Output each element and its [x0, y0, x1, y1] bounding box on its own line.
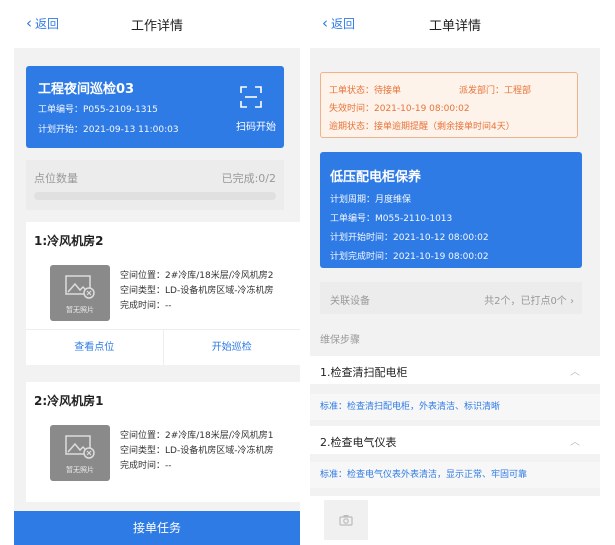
room-done-time: 完成时间：-- [120, 301, 172, 311]
overdue-status: 逾期状态：接单逾期提醒（剩余接单时间4天） [329, 122, 515, 132]
work-detail-panel: ‹ 返回 工作详情 工程夜间巡检03 工单编号：P055-2109-1315 计… [14, 0, 300, 545]
scan-start-button[interactable]: 扫码开始 [236, 118, 276, 133]
view-points-button[interactable]: 查看点位 [26, 330, 163, 365]
plan-start: 计划开始：2021-09-13 11:00:03 [38, 125, 179, 135]
related-devices-value: 共2个，已打点0个 › [484, 292, 574, 307]
step-title: 2.检查电气仪表 [320, 436, 397, 449]
camera-icon [339, 515, 353, 526]
top-bar: ‹ 返回 工单详情 [310, 0, 600, 48]
room-location: 空间位置：2#冷库/18米层/冷风机房2 [120, 271, 274, 281]
camera-upload-button[interactable] [324, 500, 368, 540]
scan-icon[interactable] [240, 86, 262, 108]
no-photo-thumbnail: 暂无照片 [50, 425, 110, 481]
expire-time: 失效时间：2021-10-19 08:00:02 [329, 104, 470, 114]
room-type: 空间类型：LD-设备机房区域-冷冻机房 [120, 446, 274, 456]
point-count-label: 点位数量 [34, 172, 78, 185]
dispatch-dept: 派发部门：工程部 [459, 86, 532, 96]
top-bar: ‹ 返回 工作详情 [14, 0, 300, 48]
maintenance-name: 低压配电柜保养 [330, 170, 422, 185]
task-name: 工程夜间巡检03 [38, 82, 135, 97]
point-count-box: 点位数量 已完成:0/2 [26, 160, 284, 210]
no-photo-caption: 暂无照片 [66, 306, 94, 314]
plan-start-time: 计划开始时间：2021-10-12 08:00:02 [330, 233, 489, 243]
steps-header: 维保步骤 [310, 330, 600, 352]
back-label: 返回 [35, 17, 60, 31]
task-card: 工程夜间巡检03 工单编号：P055-2109-1315 计划开始：2021-0… [26, 66, 284, 148]
room-info: 空间位置：2#冷库/18米层/冷风机房2 空间类型：LD-设备机房区域-冷冻机房… [120, 269, 274, 314]
chevron-up-icon[interactable]: ︿ [570, 363, 580, 378]
order-state: 工单状态：待接单 [329, 86, 402, 96]
accept-task-button[interactable]: 接单任务 [14, 511, 300, 545]
step-standard: 标准：检查清扫配电柜，外表清洁、标识清晰 [310, 394, 600, 420]
room-card: 2:冷风机房1 暂无照片 空间位置：2#冷库/18米层/冷风机房1 空间类型：L… [26, 382, 300, 502]
order-detail-panel: ‹ 返回 工单详情 工单状态：待接单 派发部门：工程部 失效时间：2021-10… [310, 0, 600, 545]
room-body: 暂无照片 空间位置：2#冷库/18米层/冷风机房2 空间类型：LD-设备机房区域… [26, 259, 300, 329]
room-body: 暂无照片 空间位置：2#冷库/18米层/冷风机房1 空间类型：LD-设备机房区域… [26, 419, 300, 489]
back-button[interactable]: ‹ 返回 [26, 15, 59, 32]
related-devices-row[interactable]: 关联设备 共2个，已打点0个 › [320, 282, 582, 314]
chevron-left-icon: ‹ [26, 14, 32, 32]
chevron-right-icon: › [570, 296, 574, 307]
room-location: 空间位置：2#冷库/18米层/冷风机房1 [120, 431, 274, 441]
order-number: 工单编号：M055-2110-1013 [330, 214, 453, 224]
room-title: 2:冷风机房1 [34, 394, 104, 408]
plan-end-time: 计划完成时间：2021-10-19 08:00:02 [330, 252, 489, 262]
no-photo-caption: 暂无照片 [66, 466, 94, 474]
plan-cycle: 计划周期：月度维保 [330, 195, 412, 205]
image-placeholder-icon [65, 435, 95, 459]
order-number: 工单编号：P055-2109-1315 [38, 105, 158, 115]
maintenance-card: 低压配电柜保养 计划周期：月度维保 工单编号：M055-2110-1013 计划… [320, 152, 582, 268]
step-item[interactable]: 2.检查电气仪表 ︿ [310, 426, 600, 454]
no-photo-thumbnail: 暂无照片 [50, 265, 110, 321]
related-devices-count: 共2个，已打点0个 [484, 296, 567, 307]
chevron-up-icon[interactable]: ︿ [570, 433, 580, 448]
room-done-time: 完成时间：-- [120, 461, 172, 471]
room-card: 1:冷风机房2 暂无照片 空间位置：2#冷库/18米层/冷风机房2 空间类型：L… [26, 222, 300, 365]
back-label: 返回 [331, 17, 356, 31]
step-standard: 标准：检查电气仪表外表清洁，显示正常、牢固可靠 [310, 462, 600, 488]
point-count-done: 已完成:0/2 [221, 172, 276, 185]
start-inspection-button[interactable]: 开始巡检 [162, 330, 301, 365]
room-type: 空间类型：LD-设备机房区域-冷冻机房 [120, 286, 274, 296]
back-button[interactable]: ‹ 返回 [322, 15, 355, 32]
photo-area [310, 496, 600, 545]
room-title: 1:冷风机房2 [34, 234, 104, 248]
step-item[interactable]: 1.检查清扫配电柜 ︿ [310, 356, 600, 384]
progress-bar [34, 192, 276, 200]
order-status-box: 工单状态：待接单 派发部门：工程部 失效时间：2021-10-19 08:00:… [320, 72, 578, 138]
chevron-left-icon: ‹ [322, 14, 328, 32]
step-title: 1.检查清扫配电柜 [320, 366, 408, 379]
image-placeholder-icon [65, 275, 95, 299]
room-actions: 查看点位 开始巡检 [26, 329, 300, 365]
related-devices-label: 关联设备 [330, 296, 370, 307]
room-info: 空间位置：2#冷库/18米层/冷风机房1 空间类型：LD-设备机房区域-冷冻机房… [120, 429, 274, 474]
